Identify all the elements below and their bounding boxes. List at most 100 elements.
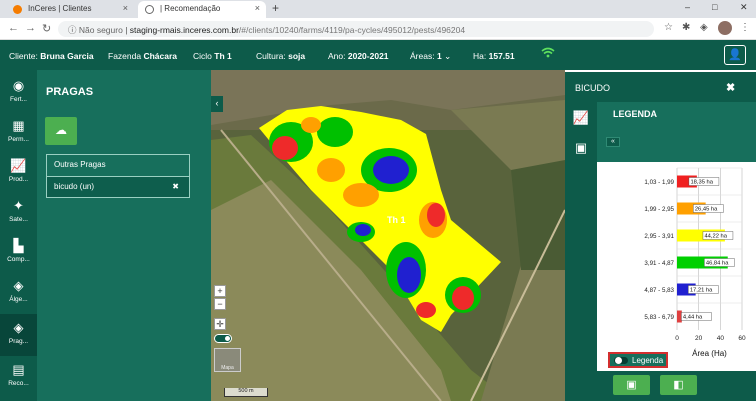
cycle-field[interactable]: Ciclo Th 1 [193,51,232,61]
back-arrow-icon[interactable]: ← [8,22,19,34]
category-label: 4,87 - 5,83 [644,287,674,294]
user-account-button[interactable]: 👤 [724,45,746,65]
sidebar-item-recommendation[interactable]: ▤ Reco... [0,356,37,398]
sidebar-item-algebra[interactable]: ◈ Álge... [0,272,37,314]
machine-button[interactable]: ◧ [660,375,697,395]
farm-value: Chácara [143,51,178,61]
list-item-other-pests[interactable]: Outras Pragas [47,155,189,176]
basemap-thumbnail[interactable]: Mapa [214,348,241,372]
ha-value: 157.51 [488,51,515,61]
chevron-left-icon: ‹ [215,98,219,108]
chart-line-icon[interactable]: 📈 [571,110,591,128]
area-bar-chart: 0 20 40 60 1,03 - 1,99 18,35 ha 1,99 - 2,95 26,… [597,162,756,380]
list-item-label: Outras Pragas [54,160,106,169]
sidebar-item-satellite[interactable]: ✦ Sate... [0,192,37,234]
category-label: 5,83 - 6,79 [644,314,674,321]
data-label: 18,35 ha [690,180,713,186]
year-field[interactable]: Ano: 2020-2021 [328,51,389,61]
data-label: 4,44 ha [683,315,703,321]
maximize-icon[interactable]: □ [712,2,717,12]
sidebar-item-pests[interactable]: ◈ Prag... [0,314,37,356]
sidebar-item-label: Perm... [8,136,29,143]
paint-roller-icon[interactable]: ▣ [571,140,591,158]
map-view[interactable]: Th 1 [211,70,565,401]
zoom-out-button[interactable]: − [214,298,226,310]
map-scale: 500 m [224,388,268,397]
ha-field: Ha: 157.51 [473,51,515,61]
window-close-icon[interactable]: ✕ [740,2,748,13]
recommendation-icon: ▤ [12,362,25,377]
url-field[interactable]: ⓘ Não seguro | staging-rmais.inceres.com… [58,21,654,37]
areas-value: 1 [436,51,442,61]
close-panel-icon[interactable]: ✖ [726,81,735,94]
list-item-bicudo[interactable]: bicudo (un) ✖ [47,176,189,197]
ha-label: Ha: [473,51,487,61]
menu-dots-icon[interactable]: ⋮ [740,22,750,33]
sidebar-item-compaction[interactable]: ▙ Comp... [0,232,37,274]
data-label: 44,22 ha [704,234,727,240]
minimize-icon[interactable]: – [685,2,690,12]
fullscreen-button[interactable]: ✛ [214,318,226,330]
legend-actions: ▣ ◧ [565,371,756,401]
category-label: 3,91 - 4,87 [644,260,674,267]
bar [677,310,682,323]
url-host: staging-rmais.inceres.com.br [129,25,239,35]
new-tab-button[interactable]: + [272,1,279,15]
x-tick-label: 20 [695,335,703,342]
warning-icon: ⓘ [68,25,79,35]
legend-back-button[interactable]: « [606,137,620,147]
areas-field[interactable]: Áreas: 1 ⌄ [410,51,451,62]
module-sidebar: ◉ Fert... ▦ Perm... 📈 Prod... ✦ Sate... ▙ Com… [0,70,37,401]
areas-label: Áreas: [410,51,435,61]
crop-label: Cultura: [256,51,286,61]
crop-field[interactable]: Cultura: soja [256,51,305,61]
close-tab-icon[interactable]: × [123,3,128,13]
browser-tab-recommendation[interactable]: | Recomendação × [138,1,266,18]
sidebar-item-productivity[interactable]: 📈 Prod... [0,152,37,194]
data-label: 17,21 ha [690,288,713,294]
panel-title: PRAGAS [46,86,94,98]
sidebar-item-label: Prag... [8,338,29,345]
forward-arrow-icon[interactable]: → [25,22,36,34]
sidebar-item-label: Sate... [9,216,28,223]
connection-wifi-icon [541,47,555,61]
legend-toggle[interactable]: Legenda [608,352,668,368]
category-label: 2,95 - 3,91 [644,233,674,240]
sidebar-item-permission[interactable]: ▦ Perm... [0,112,37,154]
tab-title: | Recomendação [160,4,221,13]
zoom-in-button[interactable]: + [214,285,226,297]
globe-favicon-icon [145,5,154,14]
close-tab-icon[interactable]: × [255,3,260,13]
save-icon: ▣ [626,379,637,391]
app-header: Cliente: Bruna Garcia Fazenda Chácara Ci… [0,40,756,70]
sidebar-item-fertility[interactable]: ◉ Fert... [0,72,37,114]
star-icon[interactable]: ☆ [664,22,673,33]
collapse-panel-button[interactable]: ‹ [211,96,223,112]
save-button[interactable]: ▣ [613,375,650,395]
puzzle-icon[interactable]: ◈ [700,22,708,33]
chevron-down-icon: ⌄ [444,51,452,61]
map-layer-toggle[interactable] [214,334,232,343]
delete-icon[interactable]: ✖ [172,182,179,191]
farm-field[interactable]: Fazenda Chácara [108,51,177,61]
toggle-switch-icon [614,357,628,364]
category-label: 1,03 - 1,99 [644,179,674,186]
compaction-icon: ▙ [13,238,24,253]
sidebar-item-label: Comp... [7,256,30,263]
upload-button[interactable]: ☁ [45,117,77,145]
x-tick-label: 40 [717,335,725,342]
inceres-favicon-icon [13,5,22,14]
cycle-label: Ciclo [193,51,212,61]
legend-toggle-label: Legenda [632,356,664,365]
browser-tab-clients[interactable]: InCeres | Clientes × [6,1,134,18]
client-field[interactable]: Cliente: Bruna Garcia [9,51,94,61]
reload-icon[interactable]: ↻ [42,22,51,35]
tab-title: InCeres | Clientes [28,4,92,13]
year-label: Ano: [328,51,346,61]
extension-icon[interactable]: ✱ [682,22,690,33]
pests-icon: ◈ [13,320,24,335]
client-value: Bruna Garcia [40,51,94,61]
permission-icon: ▦ [12,118,25,133]
x-tick-label: 60 [738,335,746,342]
browser-profile-avatar[interactable] [718,21,732,35]
